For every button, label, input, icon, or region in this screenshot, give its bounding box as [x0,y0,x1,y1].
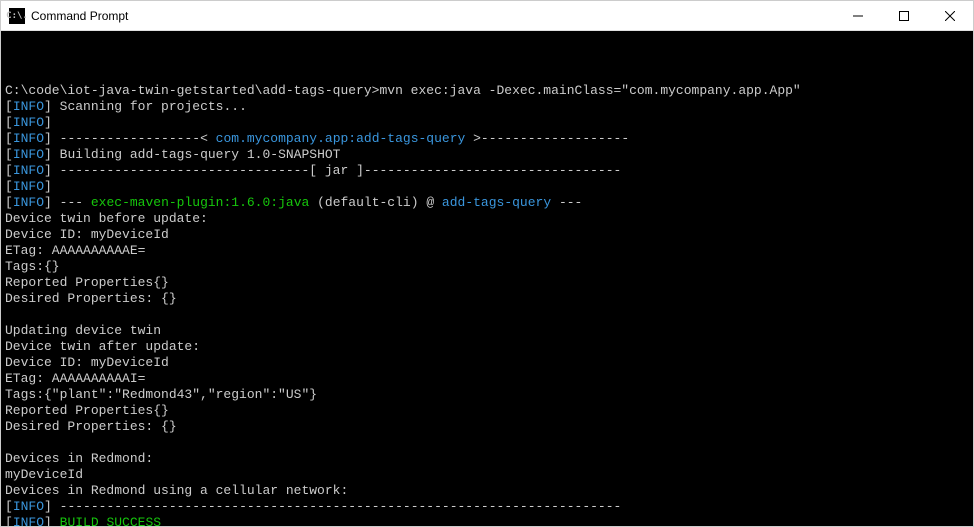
command-text: mvn exec:java -Dexec.mainClass="com.myco… [379,83,800,98]
window-controls [835,1,973,30]
minimize-button[interactable] [835,1,881,30]
terminal-line: C:\code\iot-java-twin-getstarted\add-tag… [5,67,973,526]
maximize-button[interactable] [881,1,927,30]
titlebar[interactable]: C:\. Command Prompt [1,1,973,31]
command-prompt-window: C:\. Command Prompt C:\code\iot-java-twi… [0,0,974,527]
close-button[interactable] [927,1,973,30]
prompt-path: C:\code\iot-java-twin-getstarted\add-tag… [5,83,379,98]
build-success: BUILD SUCCESS [60,515,161,526]
cmd-icon: C:\. [9,8,25,24]
info-label: INFO [13,99,44,114]
window-title: Command Prompt [31,9,835,23]
terminal-output[interactable]: C:\code\iot-java-twin-getstarted\add-tag… [1,31,973,526]
